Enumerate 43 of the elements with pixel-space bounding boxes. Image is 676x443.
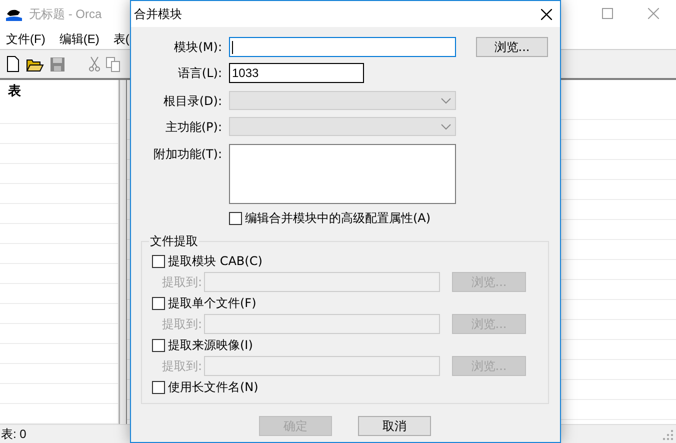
- input-field[interactable]: 1033: [229, 63, 364, 83]
- group-caption: 文件提取: [149, 233, 199, 250]
- menu-item[interactable]: 文件(F): [6, 30, 46, 48]
- dialog-title: 合并模块: [134, 6, 182, 22]
- field-label: 附加功能(T):: [152, 146, 222, 163]
- field-label: 提取到:: [161, 316, 204, 332]
- close-icon[interactable]: [541, 8, 552, 20]
- menu-item[interactable]: 表(: [113, 30, 130, 48]
- browse-button[interactable]: 浏览...: [476, 37, 548, 57]
- scissors-icon[interactable]: [89, 56, 100, 72]
- checkbox[interactable]: [152, 254, 165, 268]
- field-label: 根目录(D):: [162, 93, 222, 110]
- window-title: 无标题 - Orca: [29, 6, 102, 24]
- chevron-icon: [441, 98, 451, 104]
- folder-icon[interactable]: [26, 56, 44, 72]
- status-text: 表: 0: [1, 426, 26, 443]
- new-file-icon[interactable]: [6, 56, 20, 72]
- copy-icon[interactable]: [106, 56, 120, 72]
- checkbox-label: 提取单个文件(F): [168, 294, 256, 312]
- resize-grip-icon[interactable]: [663, 430, 674, 441]
- pane-splitter[interactable]: [119, 80, 127, 424]
- input-field[interactable]: [229, 37, 456, 57]
- checkbox-label: 编辑合并模块中的高级配置属性(A): [245, 210, 431, 227]
- checkbox-label: 提取来源映像(I): [168, 336, 253, 354]
- pane-header: 表: [7, 83, 22, 102]
- save-icon[interactable]: [50, 56, 65, 72]
- chevron-icon: [441, 124, 451, 130]
- checkbox[interactable]: [152, 338, 165, 352]
- dialog-button[interactable]: 取消: [358, 416, 431, 436]
- app-logo-icon: [5, 8, 23, 22]
- field-label: 模块(M):: [173, 39, 222, 56]
- maximize-icon[interactable]: [602, 8, 613, 19]
- checkbox-label: 使用长文件名(N): [168, 378, 258, 396]
- field-label: 主功能(P):: [164, 119, 222, 136]
- field-label: 提取到:: [161, 358, 204, 374]
- checkbox[interactable]: [152, 380, 165, 394]
- field-label: 语言(L):: [176, 65, 222, 82]
- checkbox[interactable]: [229, 212, 242, 225]
- menu-item[interactable]: 编辑(E): [59, 30, 100, 48]
- text-area[interactable]: [229, 144, 456, 204]
- field-label: 提取到:: [161, 274, 204, 290]
- checkbox[interactable]: [152, 296, 165, 310]
- checkbox-label: 提取模块 CAB(C): [168, 252, 262, 270]
